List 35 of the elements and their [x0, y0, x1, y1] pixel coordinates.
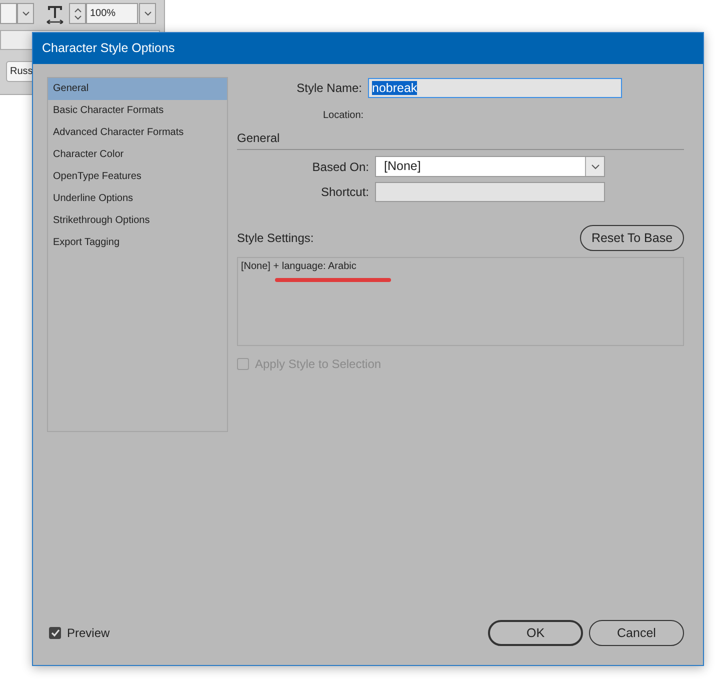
chevron-down-icon: [144, 11, 152, 16]
sidebar-item[interactable]: General: [48, 78, 227, 100]
based-on-dropdown[interactable]: [None]: [375, 156, 605, 177]
checkbox[interactable]: [49, 627, 61, 639]
sidebar-item[interactable]: Underline Options: [48, 188, 227, 210]
chevron-button[interactable]: [139, 3, 156, 24]
checkbox-label: Preview: [67, 625, 110, 642]
chevron-button[interactable]: [17, 3, 34, 24]
sidebar-item[interactable]: Character Color: [48, 144, 227, 166]
sidebar-item[interactable]: Strikethrough Options: [48, 210, 227, 232]
shortcut-field[interactable]: [375, 182, 605, 202]
sidebar-item[interactable]: OpenType Features: [48, 166, 227, 188]
dialog-button[interactable]: Cancel: [589, 620, 684, 646]
chevron-down-icon: [22, 11, 30, 16]
style-name-field[interactable]: nobreak: [368, 78, 622, 98]
up-down-arrows-icon: [74, 6, 82, 22]
section-title: General: [237, 131, 280, 145]
zoom-field[interactable]: 100%: [86, 3, 138, 24]
text-scale-icon: [45, 4, 65, 24]
field-label: Shortcut:: [320, 184, 369, 201]
window-title: Character Style Options: [33, 33, 703, 64]
dialog-button[interactable]: OK: [488, 620, 583, 646]
location-label: Location:: [323, 110, 364, 121]
settings-text: [None] + language: Arabic: [241, 261, 356, 272]
chevron-down-icon: [590, 164, 600, 170]
spinner-button[interactable]: [69, 3, 86, 24]
reset-button[interactable]: Reset To Base: [580, 225, 684, 251]
dropdown-field[interactable]: [0, 3, 17, 24]
section-label: Style Settings:: [237, 230, 314, 247]
sidebar-item[interactable]: Advanced Character Formats: [48, 122, 227, 144]
field-label: Based On:: [311, 158, 369, 176]
sidebar-item[interactable]: Export Tagging: [48, 232, 227, 254]
sidebar-item[interactable]: Basic Character Formats: [48, 100, 227, 122]
field-value: nobreak: [372, 81, 418, 95]
field-label: Style Name:: [296, 80, 362, 97]
